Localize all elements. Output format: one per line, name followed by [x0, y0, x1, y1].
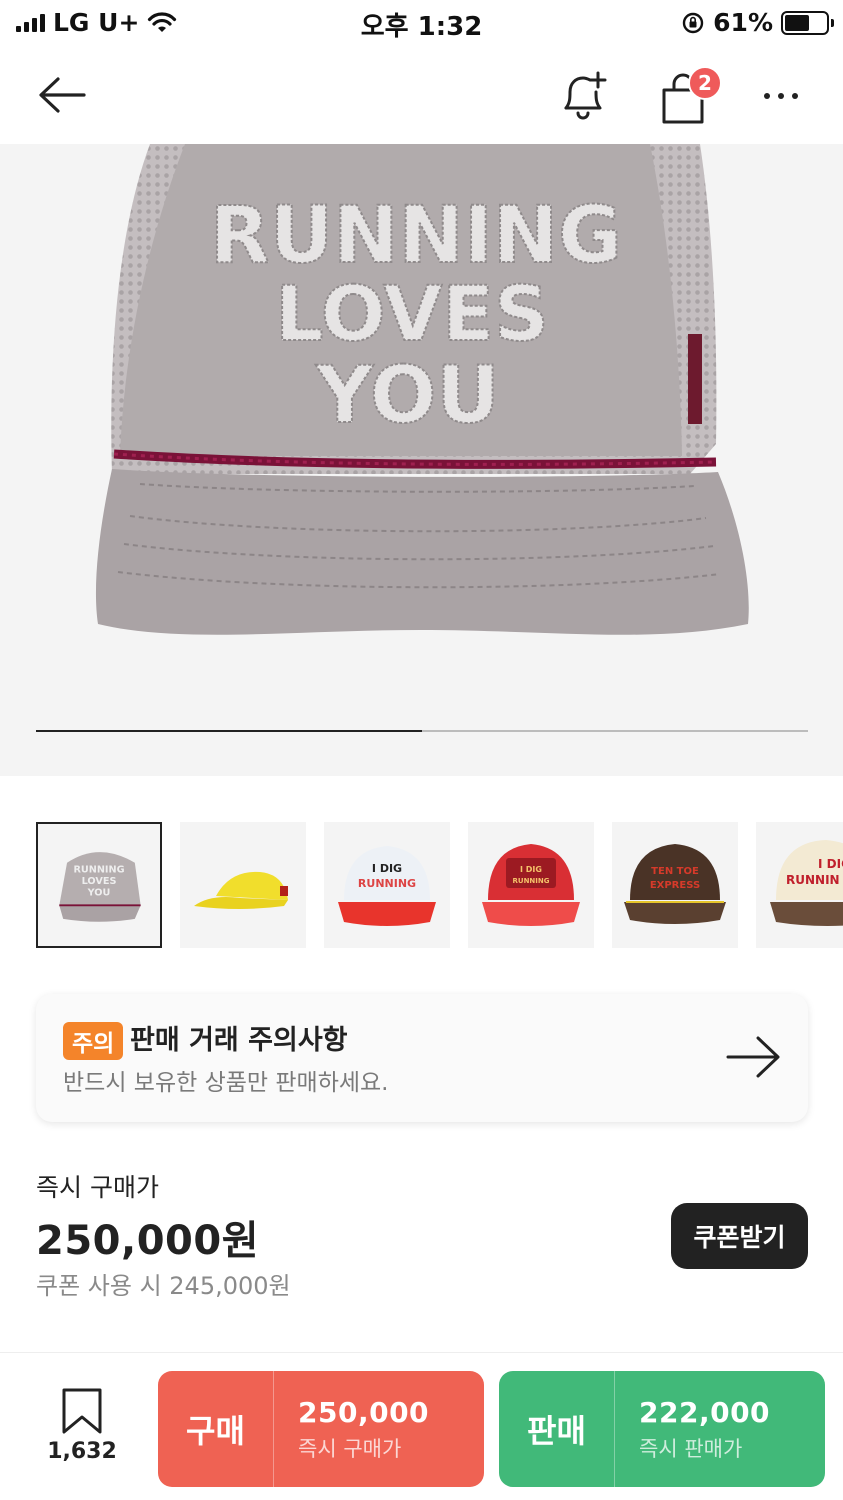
sell-button[interactable]: 판매 222,000 즉시 판매가: [499, 1371, 825, 1487]
buy-label: 구매: [158, 1371, 274, 1487]
bookmark-icon: [62, 1388, 102, 1434]
svg-text:RUNNING: RUNNING: [513, 877, 550, 885]
svg-text:RUNNING: RUNNING: [73, 864, 124, 875]
cream-cap-icon: I DIG RUNNIN: [770, 840, 843, 926]
selling-notice-card[interactable]: 주의 판매 거래 주의사항 반드시 보유한 상품만 판매하세요.: [36, 994, 808, 1122]
grey-cap-icon: RUNNING LOVES YOU: [59, 852, 141, 922]
notice-tag: 주의: [63, 1022, 124, 1060]
buy-button[interactable]: 구매 250,000 즉시 구매가: [158, 1371, 484, 1487]
battery-percent: 61%: [713, 8, 773, 37]
get-coupon-button[interactable]: 쿠폰받기: [671, 1203, 808, 1269]
dot-icon: [778, 93, 784, 99]
thumb-i-dig-running-mesh[interactable]: I DIG RUNNING: [468, 822, 594, 948]
arrow-right-icon: [726, 1036, 780, 1078]
cart-badge: 2: [688, 66, 722, 100]
orientation-lock-icon: [682, 12, 704, 33]
notice-title: 판매 거래 주의사항: [130, 1025, 348, 1056]
sell-label: 판매: [499, 1371, 615, 1487]
cart-button[interactable]: 2: [656, 66, 726, 126]
thumb-yellow-cap[interactable]: [180, 822, 306, 948]
buy-info: 250,000 즉시 구매가: [274, 1396, 429, 1463]
coupon-price-text: 쿠폰 사용 시 245,000원: [36, 1272, 291, 1300]
white-red-cap-icon: I DIG RUNNING: [338, 846, 436, 926]
nav-bar: 2: [0, 48, 843, 144]
hero-text-line-1: RUNNING: [210, 191, 622, 281]
svg-text:RUNNIN: RUNNIN: [786, 873, 840, 887]
bottom-action-bar: 1,632 구매 250,000 즉시 구매가 판매 222,000 즉시 판매…: [0, 1352, 843, 1500]
buy-price: 250,000: [298, 1395, 430, 1429]
back-button[interactable]: [36, 70, 92, 120]
hero-text-line-3: YOU: [315, 351, 499, 441]
battery-fill: [785, 14, 810, 31]
more-button[interactable]: [756, 78, 806, 114]
hero-text-line-2: LOVES: [275, 269, 549, 358]
thumb-ten-toe-express[interactable]: TEN TOE EXPRESS: [612, 822, 738, 948]
svg-text:EXPRESS: EXPRESS: [650, 880, 700, 891]
svg-text:I DIG: I DIG: [818, 857, 843, 871]
svg-text:TEN TOE: TEN TOE: [651, 866, 699, 877]
bookmark-count: 1,632: [47, 1439, 117, 1464]
bookmark-button[interactable]: 1,632: [40, 1387, 124, 1477]
thumb-running-loves-you[interactable]: RUNNING LOVES YOU: [36, 822, 162, 948]
status-right: 61%: [681, 8, 834, 37]
notification-add-button[interactable]: [556, 68, 612, 124]
dot-icon: [764, 93, 770, 99]
carousel-progress-bar: [36, 730, 808, 732]
buy-sub-label: 즉시 구매가: [298, 1436, 402, 1461]
yellow-cap-icon: [194, 871, 288, 909]
sell-info: 222,000 즉시 판매가: [615, 1396, 770, 1463]
status-bar: LG U+ 오후 1:32 61%: [0, 0, 843, 48]
brown-cap-icon: TEN TOE EXPRESS: [624, 844, 726, 924]
sell-price: 222,000: [639, 1395, 771, 1429]
sell-sub-label: 즉시 판매가: [639, 1436, 743, 1461]
bell-plus-icon: [564, 71, 607, 120]
back-arrow-icon: [39, 77, 86, 113]
svg-text:YOU: YOU: [87, 888, 111, 899]
svg-text:I DIG: I DIG: [372, 862, 402, 875]
thumb-i-dig-running-red[interactable]: I DIG RUNNING: [324, 822, 450, 948]
svg-text:I DIG: I DIG: [520, 865, 542, 874]
battery-icon: [781, 10, 834, 35]
notice-subtitle: 반드시 보유한 상품만 판매하세요.: [63, 1070, 389, 1096]
svg-text:RUNNING: RUNNING: [358, 877, 416, 890]
red-mesh-cap-icon: I DIG RUNNING: [482, 844, 580, 926]
svg-text:LOVES: LOVES: [82, 876, 117, 887]
thumbnail-strip[interactable]: RUNNING LOVES YOU I DIG RUNNING I DIG RU…: [36, 822, 843, 948]
hero-cap-image: RUNNING LOVES YOU: [95, 144, 749, 635]
carousel-progress-fill: [36, 730, 422, 732]
instant-buy-price: 250,000원: [36, 1218, 259, 1264]
instant-buy-price-label: 즉시 구매가: [36, 1173, 159, 1202]
thumb-i-dig-running-brown[interactable]: I DIG RUNNIN: [756, 822, 843, 948]
product-hero-image[interactable]: RUNNING LOVES YOU: [0, 144, 843, 776]
dot-icon: [792, 93, 798, 99]
